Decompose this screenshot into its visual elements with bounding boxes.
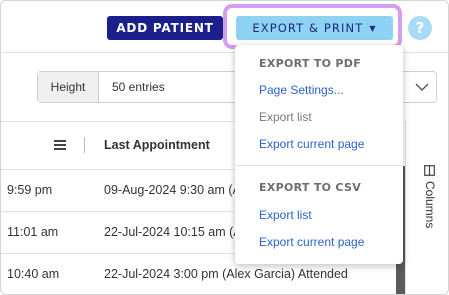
filter-label: Height xyxy=(38,72,99,102)
export-print-label: EXPORT & PRINT xyxy=(252,21,364,35)
page-settings-item[interactable]: Page Settings... xyxy=(259,83,344,97)
pdf-export-list-item[interactable]: Export list xyxy=(259,110,312,124)
export-csv-heading: EXPORT TO CSV xyxy=(259,181,362,194)
menu-divider xyxy=(235,165,403,166)
app-frame: ADD PATIENT EXPORT & PRINT ▼ ? Height 50… xyxy=(0,0,449,295)
chevron-down-icon xyxy=(415,83,429,91)
cell-time: 9:59 pm xyxy=(7,183,53,197)
add-patient-button[interactable]: ADD PATIENT xyxy=(107,16,223,40)
filter-value: 50 entries xyxy=(112,80,165,94)
export-pdf-heading: EXPORT TO PDF xyxy=(259,57,362,70)
help-icon[interactable]: ? xyxy=(408,16,432,40)
pdf-export-current-page-item[interactable]: Export current page xyxy=(259,137,364,151)
cell-last-appointment: 22-Jul-2024 3:00 pm (Alex Garcia) Attend… xyxy=(104,267,348,281)
column-separator xyxy=(84,137,85,153)
cell-time: 11:01 am xyxy=(7,225,59,239)
cell-time: 10:40 am xyxy=(7,267,60,281)
csv-export-current-page-item[interactable]: Export current page xyxy=(259,235,364,249)
columns-icon xyxy=(424,165,436,176)
csv-export-list-item[interactable]: Export list xyxy=(259,208,312,222)
export-print-button[interactable]: EXPORT & PRINT ▼ xyxy=(236,16,393,40)
export-dropdown-menu: EXPORT TO PDF Page Settings... Export li… xyxy=(235,45,403,264)
caret-down-icon: ▼ xyxy=(369,24,377,33)
columns-panel-tab[interactable]: Columns xyxy=(405,121,448,294)
columns-label: Columns xyxy=(423,181,437,229)
menu-icon[interactable] xyxy=(54,140,66,150)
header-last-appointment[interactable]: Last Appointment xyxy=(104,138,210,152)
